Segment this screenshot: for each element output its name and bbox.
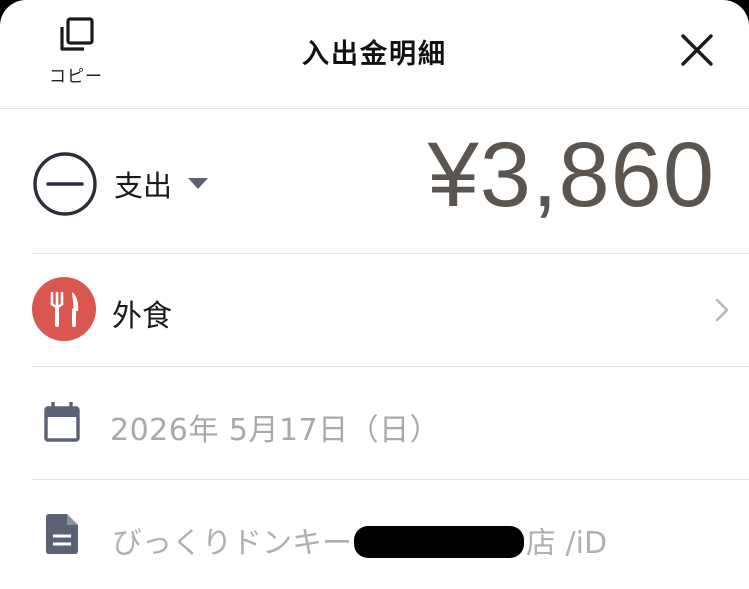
memo-row[interactable]: びっくりドンキー 店 /iD (32, 480, 749, 589)
document-icon (46, 514, 78, 554)
memo-prefix: びっくりドンキー (112, 526, 352, 561)
chevron-right-icon (715, 298, 729, 322)
minus-circle-icon (33, 152, 97, 216)
fork-knife-icon (50, 291, 79, 327)
close-icon (681, 34, 713, 66)
transaction-detail-sheet: コピー 入出金明細 支出 ¥3,860 外食 2026年 5月17日（日） びっ… (0, 0, 749, 589)
calendar-icon (44, 402, 80, 442)
type-label: 支出 (114, 169, 173, 203)
redaction-bar (354, 526, 524, 558)
date-value: 2026年 5月17日（日） (110, 413, 441, 448)
caret-down-icon (188, 178, 209, 189)
date-row[interactable]: 2026年 5月17日（日） (32, 367, 749, 480)
category-row[interactable]: 外食 (32, 254, 749, 367)
page-title: 入出金明細 (302, 39, 447, 70)
category-label: 外食 (112, 299, 172, 334)
memo-suffix: 店 /iD (526, 526, 608, 561)
type-selector[interactable]: 支出 (32, 151, 209, 217)
close-button[interactable] (677, 30, 717, 70)
category-badge (32, 277, 96, 341)
amount-value[interactable]: ¥3,860 (428, 123, 715, 228)
memo-value: びっくりドンキー 店 /iD (112, 518, 607, 562)
type-amount-row: 支出 ¥3,860 (32, 109, 749, 254)
header-bar: コピー 入出金明細 (0, 0, 749, 109)
